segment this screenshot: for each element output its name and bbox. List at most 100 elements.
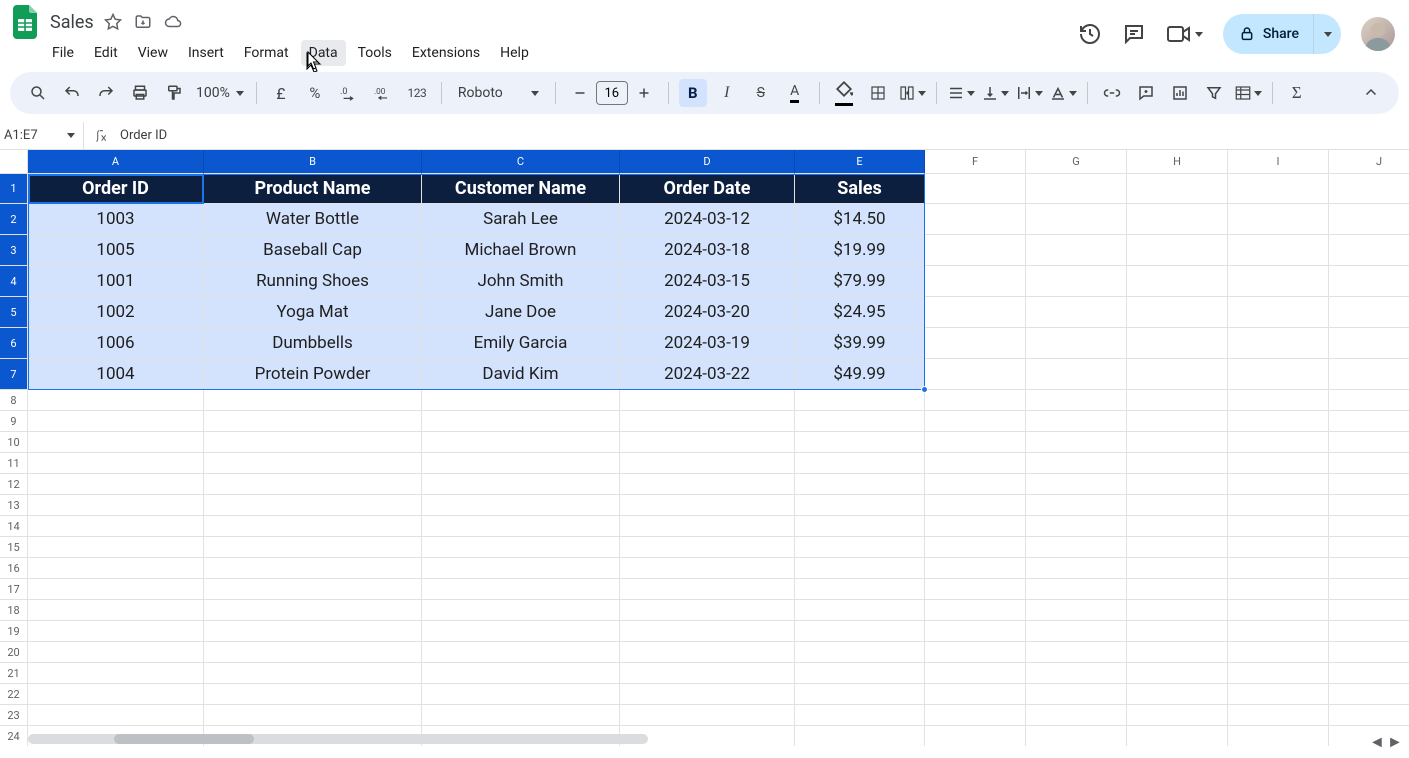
cell[interactable] [1127, 390, 1228, 411]
column-header-A[interactable]: A [28, 150, 204, 174]
cell[interactable] [1127, 558, 1228, 579]
cell[interactable]: $79.99 [795, 266, 925, 297]
cell[interactable] [1127, 516, 1228, 537]
row-header-2[interactable]: 2 [0, 204, 28, 235]
cell[interactable] [28, 432, 204, 453]
cell[interactable] [925, 235, 1026, 266]
cell[interactable] [1329, 537, 1409, 558]
cell[interactable]: Running Shoes [204, 266, 422, 297]
cell[interactable] [795, 726, 925, 746]
cell[interactable]: Product Name [204, 174, 422, 204]
collapse-toolbar-icon[interactable] [1357, 79, 1385, 107]
row-header-13[interactable]: 13 [0, 495, 28, 516]
cell[interactable]: $14.50 [795, 204, 925, 235]
cell[interactable] [28, 474, 204, 495]
comments-icon[interactable] [1122, 22, 1146, 46]
share-dropdown[interactable] [1313, 14, 1341, 54]
cell[interactable] [1127, 537, 1228, 558]
font-select[interactable]: Roboto [452, 85, 545, 101]
cell[interactable] [28, 600, 204, 621]
cell[interactable] [1329, 621, 1409, 642]
menu-extensions[interactable]: Extensions [404, 40, 488, 66]
cell[interactable]: $49.99 [795, 359, 925, 390]
cell[interactable]: 1001 [28, 266, 204, 297]
cell[interactable]: Sarah Lee [422, 204, 620, 235]
cell[interactable]: $39.99 [795, 328, 925, 359]
cell[interactable]: Sales [795, 174, 925, 204]
cell[interactable] [620, 432, 795, 453]
cell[interactable] [795, 411, 925, 432]
text-rotation-button[interactable] [1049, 79, 1077, 107]
cell[interactable] [1026, 174, 1127, 204]
cell[interactable] [204, 705, 422, 726]
cell[interactable]: 1004 [28, 359, 204, 390]
cell[interactable] [925, 495, 1026, 516]
cell[interactable]: 1005 [28, 235, 204, 266]
cell[interactable] [204, 474, 422, 495]
percent-button[interactable]: % [301, 79, 329, 107]
move-folder-icon[interactable] [134, 13, 152, 31]
cell[interactable] [1228, 621, 1329, 642]
cell[interactable] [1228, 537, 1329, 558]
redo-icon[interactable] [92, 79, 120, 107]
cell[interactable] [1329, 390, 1409, 411]
cell[interactable] [1026, 537, 1127, 558]
cell[interactable] [1127, 642, 1228, 663]
cell[interactable] [1329, 642, 1409, 663]
menu-file[interactable]: File [44, 40, 82, 66]
cell[interactable] [204, 684, 422, 705]
cell[interactable] [28, 663, 204, 684]
cell[interactable] [795, 684, 925, 705]
cell[interactable] [1127, 204, 1228, 235]
cell[interactable] [795, 558, 925, 579]
cell[interactable] [795, 474, 925, 495]
cell[interactable] [1026, 663, 1127, 684]
cell[interactable] [28, 642, 204, 663]
cell[interactable] [204, 516, 422, 537]
cell[interactable] [28, 579, 204, 600]
menu-format[interactable]: Format [236, 40, 297, 66]
cell[interactable] [1329, 174, 1409, 204]
cell[interactable] [1026, 266, 1127, 297]
cell[interactable] [925, 297, 1026, 328]
meet-button[interactable] [1166, 24, 1203, 44]
cell[interactable] [795, 390, 925, 411]
cell[interactable] [422, 474, 620, 495]
cell[interactable] [1228, 297, 1329, 328]
share-button[interactable]: Share [1223, 14, 1341, 54]
cell[interactable] [925, 726, 1026, 746]
cell[interactable] [795, 600, 925, 621]
cell[interactable] [1329, 359, 1409, 390]
cell[interactable] [1228, 663, 1329, 684]
insert-link-button[interactable] [1098, 79, 1126, 107]
history-icon[interactable] [1078, 22, 1102, 46]
cell[interactable] [204, 411, 422, 432]
increase-decimal-button[interactable]: .00 [369, 79, 397, 107]
cell[interactable]: Water Bottle [204, 204, 422, 235]
cell[interactable] [1228, 432, 1329, 453]
text-color-button[interactable]: A [781, 79, 809, 107]
document-title[interactable]: Sales [50, 12, 94, 33]
undo-icon[interactable] [58, 79, 86, 107]
row-header-9[interactable]: 9 [0, 411, 28, 432]
cell[interactable] [1228, 359, 1329, 390]
cell[interactable] [1329, 558, 1409, 579]
cell[interactable] [1026, 495, 1127, 516]
row-header-1[interactable]: 1 [0, 174, 28, 204]
cell[interactable] [1329, 328, 1409, 359]
menu-data[interactable]: Data [301, 40, 346, 66]
cell[interactable] [1026, 453, 1127, 474]
cell[interactable] [1228, 204, 1329, 235]
cell[interactable] [795, 621, 925, 642]
cell[interactable] [422, 516, 620, 537]
cell[interactable] [1026, 642, 1127, 663]
menu-help[interactable]: Help [492, 40, 537, 66]
cell[interactable] [204, 537, 422, 558]
filter-views-button[interactable] [1234, 79, 1262, 107]
cell[interactable] [1228, 390, 1329, 411]
cell[interactable] [204, 558, 422, 579]
cell[interactable] [1329, 266, 1409, 297]
cell[interactable] [925, 390, 1026, 411]
cell[interactable] [925, 642, 1026, 663]
column-header-D[interactable]: D [620, 150, 795, 174]
